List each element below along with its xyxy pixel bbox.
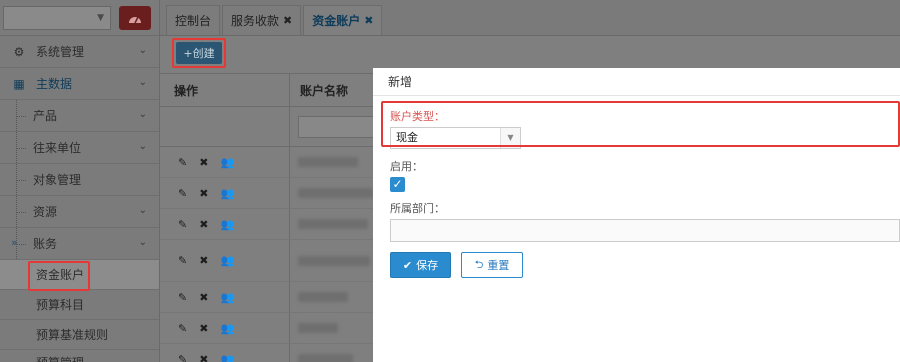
users-icon[interactable]: 👥 xyxy=(220,187,234,200)
edit-icon[interactable]: ✎ xyxy=(178,322,187,335)
dashboard-icon[interactable] xyxy=(119,5,151,30)
blurred-cell xyxy=(298,292,348,302)
sidebar-item-label: 账务 xyxy=(33,237,58,251)
edit-icon[interactable]: ✎ xyxy=(178,254,187,267)
chevron-down-icon: ⌄ xyxy=(138,237,147,248)
tab-label: 服务收款 xyxy=(231,14,280,28)
account-type-field: 账户类型： 现金 ▼ xyxy=(390,108,521,149)
blurred-cell xyxy=(298,323,338,333)
sidebar-item-label: 资金账户 xyxy=(36,268,85,282)
users-icon[interactable]: 👥 xyxy=(220,291,234,304)
department-label: 所属部门： xyxy=(390,202,445,215)
chevron-down-icon: ▼ xyxy=(97,12,104,23)
delete-icon[interactable]: ✖ xyxy=(199,156,208,169)
account-type-value: 现金 xyxy=(396,131,418,144)
blurred-cell xyxy=(298,354,353,362)
delete-icon[interactable]: ✖ xyxy=(199,218,208,231)
sidebar-item-budget-mgmt[interactable]: 预算管理 xyxy=(0,350,159,362)
tab-service-receipt[interactable]: 服务收款 ✖ xyxy=(222,5,302,35)
column-header-account-name: 账户名称 xyxy=(300,83,349,98)
delete-icon[interactable]: ✖ xyxy=(199,322,208,335)
department-input[interactable] xyxy=(390,219,900,242)
edit-icon[interactable]: ✎ xyxy=(178,218,187,231)
department-field: 所属部门： xyxy=(390,200,900,242)
tab-bar: 控制台 服务收款 ✖ 资金账户 ✖ xyxy=(160,0,900,36)
create-button[interactable]: +创建 xyxy=(176,42,222,64)
undo-icon: ⮌ xyxy=(474,257,484,271)
users-icon[interactable]: 👥 xyxy=(220,322,234,335)
edit-icon[interactable]: ✎ xyxy=(178,291,187,304)
sidebar-item-budget-subject[interactable]: 预算科目 xyxy=(0,290,159,320)
close-icon[interactable]: ✖ xyxy=(364,14,373,27)
check-icon: ✔ xyxy=(402,258,413,272)
account-type-label: 账户类型： xyxy=(390,110,445,123)
sidebar-top: ▼ xyxy=(0,0,159,36)
delete-icon[interactable]: ✖ xyxy=(199,353,208,362)
enabled-label: 启用： xyxy=(390,160,423,173)
sidebar-item-objects[interactable]: 对象管理 xyxy=(0,164,159,196)
dialog-title: 新增 xyxy=(373,68,900,96)
tab-label: 资金账户 xyxy=(312,14,361,28)
edit-icon[interactable]: ✎ xyxy=(178,156,187,169)
tab-fund-account[interactable]: 资金账户 ✖ xyxy=(303,5,383,35)
sidebar-item-label: 预算基准规则 xyxy=(36,328,109,342)
sidebar-item-label: 主数据 xyxy=(36,77,73,91)
save-button[interactable]: ✔ 保存 xyxy=(390,252,451,278)
sidebar-item-label: 资源 xyxy=(33,205,58,219)
enabled-checkbox[interactable]: ✓ xyxy=(390,177,405,192)
caret-down-icon: ▼ xyxy=(500,128,520,148)
chevron-down-icon: ⌄ xyxy=(138,109,147,120)
sidebar-item-label: 预算管理 xyxy=(36,354,84,362)
sidebar-item-label: 往来单位 xyxy=(33,141,82,155)
enabled-field: 启用： ✓ xyxy=(390,158,423,192)
blurred-cell xyxy=(298,255,370,266)
chevron-down-icon: ⌄ xyxy=(138,45,147,56)
sidebar-item-partners[interactable]: 往来单位 ⌄ xyxy=(0,132,159,164)
sidebar-item-product[interactable]: 产品 ⌄ xyxy=(0,100,159,132)
reset-label: 重置 xyxy=(487,259,510,272)
tab-console[interactable]: 控制台 xyxy=(166,5,221,35)
sidebar: ▼ ⚙ 系统管理 ⌄ ▦ 主数据 ⌄ 产品 ⌄ 往来单位 ⌄ 对象管理 资源 ⌄… xyxy=(0,0,160,362)
close-icon[interactable]: ✖ xyxy=(283,14,292,27)
sidebar-item-master-data[interactable]: ▦ 主数据 ⌄ xyxy=(0,68,159,100)
sidebar-item-accounting[interactable]: » 账务 ⌄ xyxy=(0,228,159,260)
account-type-select[interactable]: 现金 ▼ xyxy=(390,127,521,149)
tab-label: 控制台 xyxy=(175,14,212,28)
sidebar-item-budget-rules[interactable]: 预算基准规则 xyxy=(0,320,159,350)
grid-icon: ▦ xyxy=(13,76,25,91)
delete-icon[interactable]: ✖ xyxy=(199,291,208,304)
chevron-down-icon: ⌄ xyxy=(138,205,147,216)
chevron-down-icon: ⌄ xyxy=(138,141,147,152)
sidebar-item-label: 对象管理 xyxy=(33,173,82,187)
edit-icon[interactable]: ✎ xyxy=(178,353,187,362)
sidebar-item-resources[interactable]: 资源 ⌄ xyxy=(0,196,159,228)
users-icon[interactable]: 👥 xyxy=(220,254,234,267)
edit-icon[interactable]: ✎ xyxy=(178,187,187,200)
sidebar-item-label: 系统管理 xyxy=(36,45,85,59)
users-icon[interactable]: 👥 xyxy=(220,156,234,169)
gears-icon: ⚙ xyxy=(13,44,25,59)
users-icon[interactable]: 👥 xyxy=(220,218,234,231)
delete-icon[interactable]: ✖ xyxy=(199,187,208,200)
save-label: 保存 xyxy=(416,259,439,272)
reset-button[interactable]: ⮌ 重置 xyxy=(461,252,523,278)
sidebar-item-label: 产品 xyxy=(33,109,58,123)
blurred-cell xyxy=(298,188,373,198)
sidebar-item-system[interactable]: ⚙ 系统管理 ⌄ xyxy=(0,36,159,68)
chevron-down-icon: ⌄ xyxy=(138,77,147,88)
blurred-cell xyxy=(298,157,358,167)
create-dialog: 新增 账户类型： 现金 ▼ 启用： ✓ 所属部门： ✔ 保存 ⮌ 重置 xyxy=(373,68,900,362)
blurred-cell xyxy=(298,219,368,229)
sidebar-item-label: 预算科目 xyxy=(36,298,85,312)
column-header-actions: 操作 xyxy=(160,74,290,106)
module-select[interactable]: ▼ xyxy=(3,5,111,30)
account-name-filter-input[interactable] xyxy=(298,115,378,138)
double-chevron-right-icon: » xyxy=(11,236,18,249)
delete-icon[interactable]: ✖ xyxy=(199,254,208,267)
users-icon[interactable]: 👥 xyxy=(220,353,234,362)
sidebar-item-fund-account[interactable]: 资金账户 xyxy=(0,260,159,290)
